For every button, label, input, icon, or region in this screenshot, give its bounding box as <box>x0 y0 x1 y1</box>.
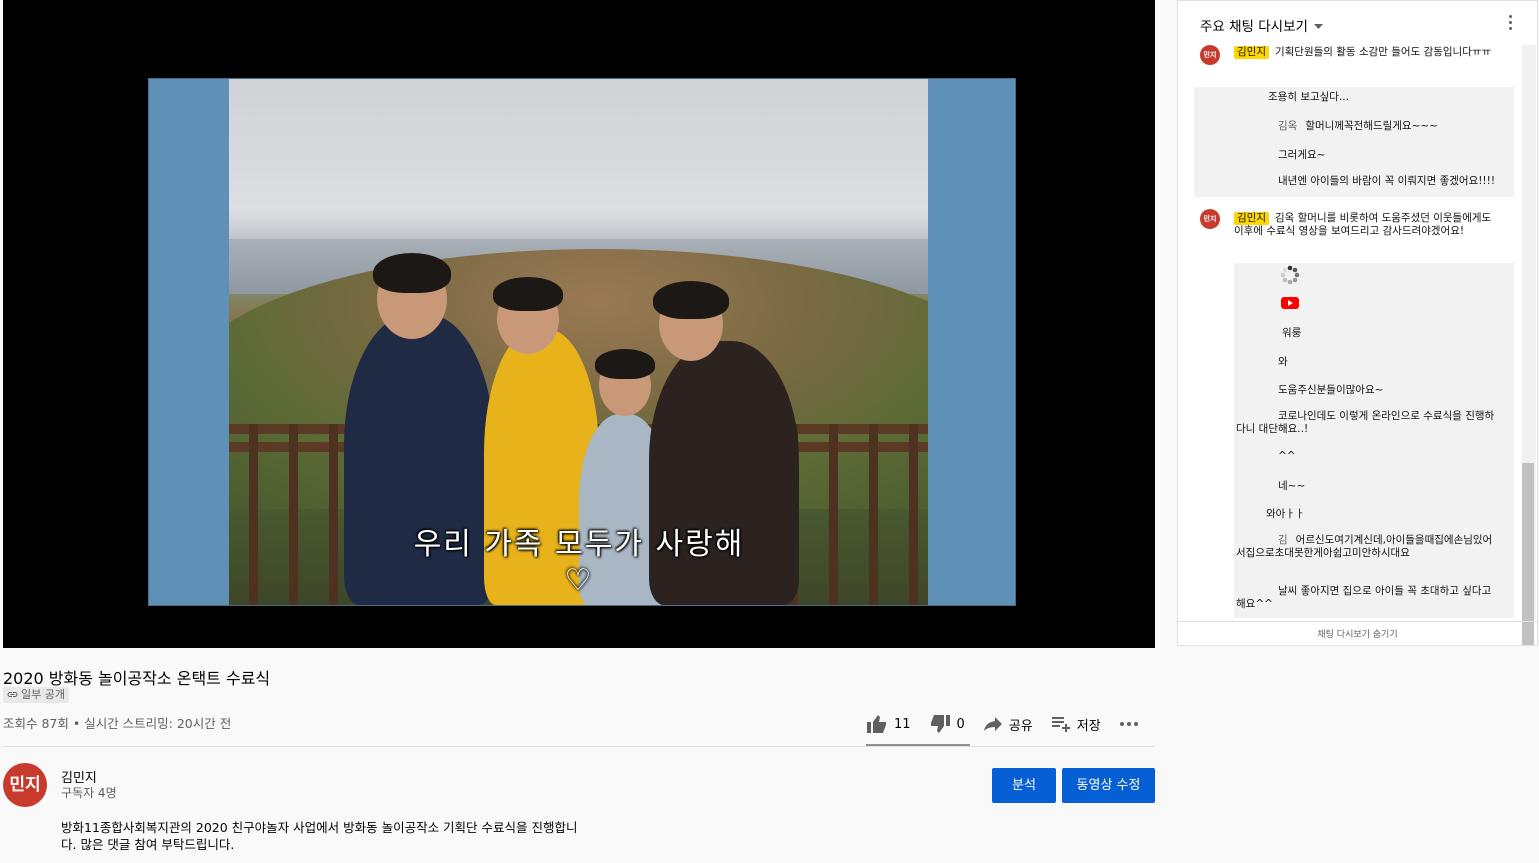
like-count: 11 <box>894 716 911 732</box>
chat-header: 주요 채팅 다시보기 <box>1178 1 1537 45</box>
chat-message: 김옥 할머니께꼭전해드릴게요~~~ <box>1278 120 1508 133</box>
chat-author: 김옥 <box>1278 120 1298 132</box>
chat-text: 코로나인데도 이렇게 온라인으로 수료식을 진행하다니 대단해요..! <box>1236 410 1495 435</box>
chat-author-owner: 김민지 <box>1234 46 1269 59</box>
description-line: 방화11종합사회복지관의 2020 친구야놀자 사업에서 방화동 놀이공작소 기… <box>61 820 578 835</box>
dislike-button[interactable]: 0 <box>929 714 965 734</box>
chat-message: 코로나인데도 이렇게 온라인으로 수료식을 진행하다니 대단해요..! <box>1236 410 1502 436</box>
chat-avatar: 민지 <box>1200 209 1220 229</box>
chat-menu-icon[interactable] <box>1509 15 1513 31</box>
chat-message <box>1234 263 1514 618</box>
chat-message: 워룽 <box>1282 327 1502 340</box>
divider <box>3 746 1155 747</box>
chat-scrollbar-thumb[interactable] <box>1522 463 1534 645</box>
chat-text: 와아ㅏㅏ <box>1266 508 1305 520</box>
more-icon <box>1119 721 1139 727</box>
chat-author-owner: 김민지 <box>1234 212 1269 225</box>
chat-message: 네~~ <box>1278 480 1478 493</box>
chat-text: 도움주신분들이많아요~ <box>1278 384 1384 396</box>
chat-text: 기획단원들의 활동 소감만 들어도 감동입니다ㅠㅠ <box>1274 46 1492 58</box>
video-actions: 11 0 공유 저장 <box>866 708 1157 740</box>
youtube-icon <box>1280 293 1300 313</box>
chat-message: 날씨 좋아지면 집으로 아이들 꼭 초대하고 싶다고 해요^^ <box>1236 585 1498 611</box>
video-player[interactable]: 우리 가족 모두가 사랑해♡ <box>3 0 1155 648</box>
chat-message: 김민지 김옥 할머니를 비롯하여 도움주셨던 이웃들에게도 이후에 수료식 영상을… <box>1234 212 1502 238</box>
spinner-icon <box>1280 265 1300 285</box>
video-title: 2020 방화동 놀이공작소 온택트 수료식 <box>3 669 271 688</box>
save-label: 저장 <box>1076 718 1101 734</box>
chat-text: 할머니께꼭전해드릴게요~~~ <box>1305 120 1438 132</box>
chat-scrollbar[interactable] <box>1522 45 1536 645</box>
chat-text: 그러게요~ <box>1278 149 1326 161</box>
chat-text: 와 <box>1278 356 1288 368</box>
video-stats: 조회수 87회 • 실시간 스트리밍: 20시간 전 <box>3 716 232 731</box>
video-caption: 우리 가족 모두가 사랑해♡ <box>413 527 745 598</box>
chat-message: 그러게요~ <box>1278 149 1508 162</box>
chat-text: 날씨 좋아지면 집으로 아이들 꼭 초대하고 싶다고 해요^^ <box>1236 585 1492 610</box>
video-frame: 우리 가족 모두가 사랑해♡ <box>148 78 1016 606</box>
description-line: 다. 많은 댓글 참여 부탁드립니다. <box>61 837 235 852</box>
live-chat-replay: 주요 채팅 다시보기 민지 김민지 기획단원들의 활동 소감만 들어도 감동입니다… <box>1177 0 1538 646</box>
chat-text: 내년엔 아이들의 바람이 꼭 이뤄지면 좋겠어요!!!! <box>1278 175 1496 187</box>
subscriber-count: 구독자 4명 <box>61 786 117 800</box>
chat-message: 도움주신분들이많아요~ <box>1278 384 1508 397</box>
chat-message: 와아ㅏㅏ <box>1266 508 1486 521</box>
chat-message: 와 <box>1278 356 1498 369</box>
chat-avatar: 민지 <box>1200 45 1220 65</box>
family-photo: 우리 가족 모두가 사랑해♡ <box>229 79 928 605</box>
chat-mode-dropdown[interactable]: 주요 채팅 다시보기 <box>1200 15 1323 35</box>
save-playlist-icon <box>1051 716 1071 732</box>
hide-chat-replay-button[interactable]: 채팅 다시보기 숨기기 <box>1178 621 1537 645</box>
chat-author: 김 <box>1278 534 1288 546</box>
thumbs-down-icon <box>929 714 951 734</box>
dropdown-icon <box>1313 17 1323 33</box>
dislike-count: 0 <box>956 716 965 732</box>
chat-text: 조용히 보고싶다... <box>1268 91 1349 103</box>
video-description: 방화11종합사회복지관의 2020 친구야놀자 사업에서 방화동 놀이공작소 기… <box>61 819 621 853</box>
chat-text: 워룽 <box>1282 327 1302 339</box>
chat-text: ^^ <box>1278 450 1296 462</box>
chat-message: ^^ <box>1278 450 1478 463</box>
chat-message: 김 어르신도여기계신데,아이들을때집에손님있어서집으로초대못한게아쉽고미안하시대요 <box>1236 534 1498 560</box>
more-actions-button[interactable] <box>1119 721 1139 727</box>
thumbs-up-icon <box>866 714 888 734</box>
share-label: 공유 <box>1008 718 1033 734</box>
share-icon <box>983 716 1003 732</box>
chat-text: 네~~ <box>1278 480 1306 492</box>
chat-message: 내년엔 아이들의 바람이 꼭 이뤄지면 좋겠어요!!!! <box>1236 175 1496 188</box>
link-icon <box>7 687 18 703</box>
chat-text: 어르신도여기계신데,아이들을때집에손님있어서집으로초대못한게아쉽고미안하시대요 <box>1236 534 1493 559</box>
analytics-button[interactable]: 분석 <box>992 768 1056 803</box>
chat-message: 조용히 보고싶다... <box>1268 91 1508 104</box>
visibility-label: 일부 공개 <box>21 688 65 701</box>
edit-video-button[interactable]: 동영상 수정 <box>1062 768 1155 803</box>
chat-mode-label: 주요 채팅 다시보기 <box>1200 19 1308 35</box>
save-button[interactable]: 저장 <box>1051 715 1101 734</box>
visibility-badge: 일부 공개 <box>3 687 69 703</box>
share-button[interactable]: 공유 <box>983 715 1033 734</box>
chat-message: 김민지 기획단원들의 활동 소감만 들어도 감동입니다ㅠㅠ <box>1234 46 1499 59</box>
chat-text: 김옥 할머니를 비롯하여 도움주셨던 이웃들에게도 이후에 수료식 영상을 보여… <box>1234 212 1492 237</box>
like-button[interactable]: 11 <box>866 714 911 734</box>
channel-avatar[interactable]: 민지 <box>3 763 47 807</box>
